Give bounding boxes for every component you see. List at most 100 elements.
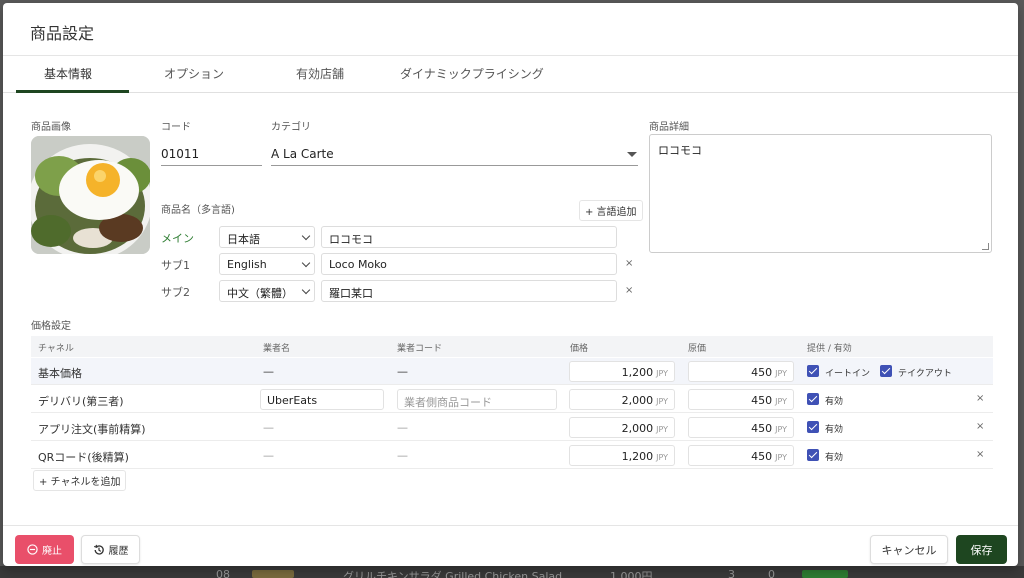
language-select-main[interactable]: 日本語: [219, 226, 315, 248]
price-value: 2,000: [621, 394, 654, 407]
modal-title: 商品設定: [30, 24, 95, 43]
code-label: コード: [161, 122, 191, 133]
code-input[interactable]: 01011: [161, 147, 262, 166]
discontinue-label: 廃止: [42, 546, 62, 557]
background-table-row: 08 グリルチキンサラダ Grilled Chicken Salad 1,000…: [0, 566, 1024, 578]
vendor-code: —: [397, 421, 408, 434]
header-price: 価格: [570, 344, 589, 354]
category-select[interactable]: A La Carte: [271, 147, 638, 166]
remove-sub2-close-icon[interactable]: ×: [625, 285, 633, 296]
bg-row-status-badge: [802, 570, 848, 578]
remove-channel-close-icon[interactable]: ×: [976, 421, 984, 432]
vendor-name: —: [263, 365, 274, 378]
language-select-sub2[interactable]: 中文（繁體）: [219, 280, 315, 302]
name-input-sub1[interactable]: Loco Moko: [321, 253, 617, 275]
cost-input[interactable]: 450 JPY: [688, 417, 794, 438]
enabled-label: 有効: [825, 425, 844, 435]
name-input-sub2[interactable]: 羅口某口: [321, 280, 617, 302]
price-input[interactable]: 1,200 JPY: [569, 361, 675, 382]
language-select-sub1[interactable]: English: [219, 253, 315, 275]
price-input[interactable]: 2,000 JPY: [569, 417, 675, 438]
cost-input[interactable]: 450 JPY: [688, 361, 794, 382]
remove-channel-close-icon[interactable]: ×: [976, 449, 984, 460]
takeout-checkbox[interactable]: [880, 365, 892, 377]
discontinue-button[interactable]: 廃止: [15, 535, 74, 564]
bg-row-count-b: 0: [768, 568, 775, 578]
table-row: アプリ注文(事前精算) — — 2,000 JPY 450 JPY 有効 ×: [31, 414, 993, 441]
pricing-table-header: チャネル 業者名 業者コード 価格 原価 提供 / 有効: [31, 336, 993, 357]
channel-name: QRコード(後精算): [38, 451, 129, 464]
table-row: デリバリ(第三者) UberEats 業者側商品コード 2,000 JPY 450…: [31, 386, 993, 413]
header-channel: チャネル: [38, 344, 74, 354]
channel-name: 基本価格: [38, 367, 82, 380]
product-settings-modal: 商品設定 基本情報 オプション 有効店舗 ダイナミックプライシング 商品画像 コ…: [3, 3, 1018, 566]
name-role-sub1: サブ1: [161, 259, 190, 272]
bg-row-thumbnail: [252, 570, 294, 578]
header-vendor-code: 業者コード: [397, 344, 443, 354]
enabled-checkbox[interactable]: [807, 393, 819, 405]
currency-label: JPY: [656, 369, 668, 378]
cost-input[interactable]: 450 JPY: [688, 445, 794, 466]
minus-circle-icon: [27, 544, 38, 555]
chevron-down-icon: [301, 258, 311, 268]
name-role-main: メイン: [161, 232, 194, 245]
vendor-code: —: [397, 365, 408, 378]
add-language-button[interactable]: + 言語追加: [579, 200, 643, 221]
table-row: QRコード(後精算) — — 1,200 JPY 450 JPY 有効 ×: [31, 442, 993, 469]
cost-value: 450: [751, 366, 773, 379]
image-label: 商品画像: [31, 122, 71, 133]
price-value: 1,200: [621, 450, 654, 463]
cost-value: 450: [751, 394, 773, 407]
vendor-name-input[interactable]: UberEats: [260, 389, 384, 410]
currency-label: JPY: [775, 453, 787, 462]
currency-label: JPY: [775, 369, 787, 378]
tab-basic-info[interactable]: 基本情報: [44, 65, 92, 82]
channel-name: デリバリ(第三者): [38, 395, 124, 408]
tab-enabled-stores[interactable]: 有効店舗: [296, 65, 344, 82]
language-value: 日本語: [227, 233, 260, 246]
name-role-sub2: サブ2: [161, 286, 190, 299]
names-label: 商品名（多言語): [161, 205, 235, 216]
vendor-code-input[interactable]: 業者側商品コード: [397, 389, 557, 410]
cost-input[interactable]: 450 JPY: [688, 389, 794, 410]
price-input[interactable]: 1,200 JPY: [569, 445, 675, 466]
history-icon: [93, 544, 104, 555]
enabled-checkbox[interactable]: [807, 421, 819, 433]
product-image[interactable]: [31, 136, 150, 254]
save-button[interactable]: 保存: [956, 535, 1007, 564]
price-input[interactable]: 2,000 JPY: [569, 389, 675, 410]
bg-row-name: グリルチキンサラダ Grilled Chicken Salad: [343, 570, 563, 578]
bg-row-count-a: 3: [728, 568, 735, 578]
currency-label: JPY: [656, 453, 668, 462]
add-channel-button[interactable]: + チャネルを追加: [33, 470, 127, 491]
enabled-checkbox[interactable]: [807, 449, 819, 461]
detail-value: ロコモコ: [658, 144, 702, 157]
detail-textarea[interactable]: ロコモコ: [649, 134, 992, 253]
vendor-code: —: [397, 449, 408, 462]
enabled-label: 有効: [825, 397, 844, 407]
remove-channel-close-icon[interactable]: ×: [976, 393, 984, 404]
active-tab-indicator: [16, 90, 129, 93]
table-row: 基本価格 — — 1,200 JPY 450 JPY イートイン テイクアウト: [31, 358, 993, 385]
vendor-name: —: [263, 449, 274, 462]
resize-handle-icon[interactable]: [982, 243, 989, 250]
history-label: 履歴: [108, 546, 129, 557]
name-input-main[interactable]: ロコモコ: [321, 226, 617, 248]
product-photo: [31, 136, 150, 254]
history-button[interactable]: 履歴: [81, 535, 140, 564]
currency-label: JPY: [656, 425, 668, 434]
chevron-down-icon: [301, 231, 311, 241]
header-divider: [3, 55, 1018, 56]
cancel-button[interactable]: キャンセル: [870, 535, 948, 564]
language-value: English: [227, 258, 267, 271]
pricing-label: 価格設定: [31, 321, 71, 332]
price-value: 1,200: [621, 366, 654, 379]
tab-options[interactable]: オプション: [164, 65, 224, 82]
tab-dynamic-pricing[interactable]: ダイナミックプライシング: [400, 65, 544, 82]
remove-sub1-close-icon[interactable]: ×: [625, 258, 633, 269]
eat-in-checkbox[interactable]: [807, 365, 819, 377]
eat-in-label: イートイン: [825, 369, 871, 379]
bg-row-price: 1,000円: [610, 570, 653, 578]
language-value: 中文（繁體）: [227, 287, 293, 300]
enabled-label: 有効: [825, 453, 844, 463]
